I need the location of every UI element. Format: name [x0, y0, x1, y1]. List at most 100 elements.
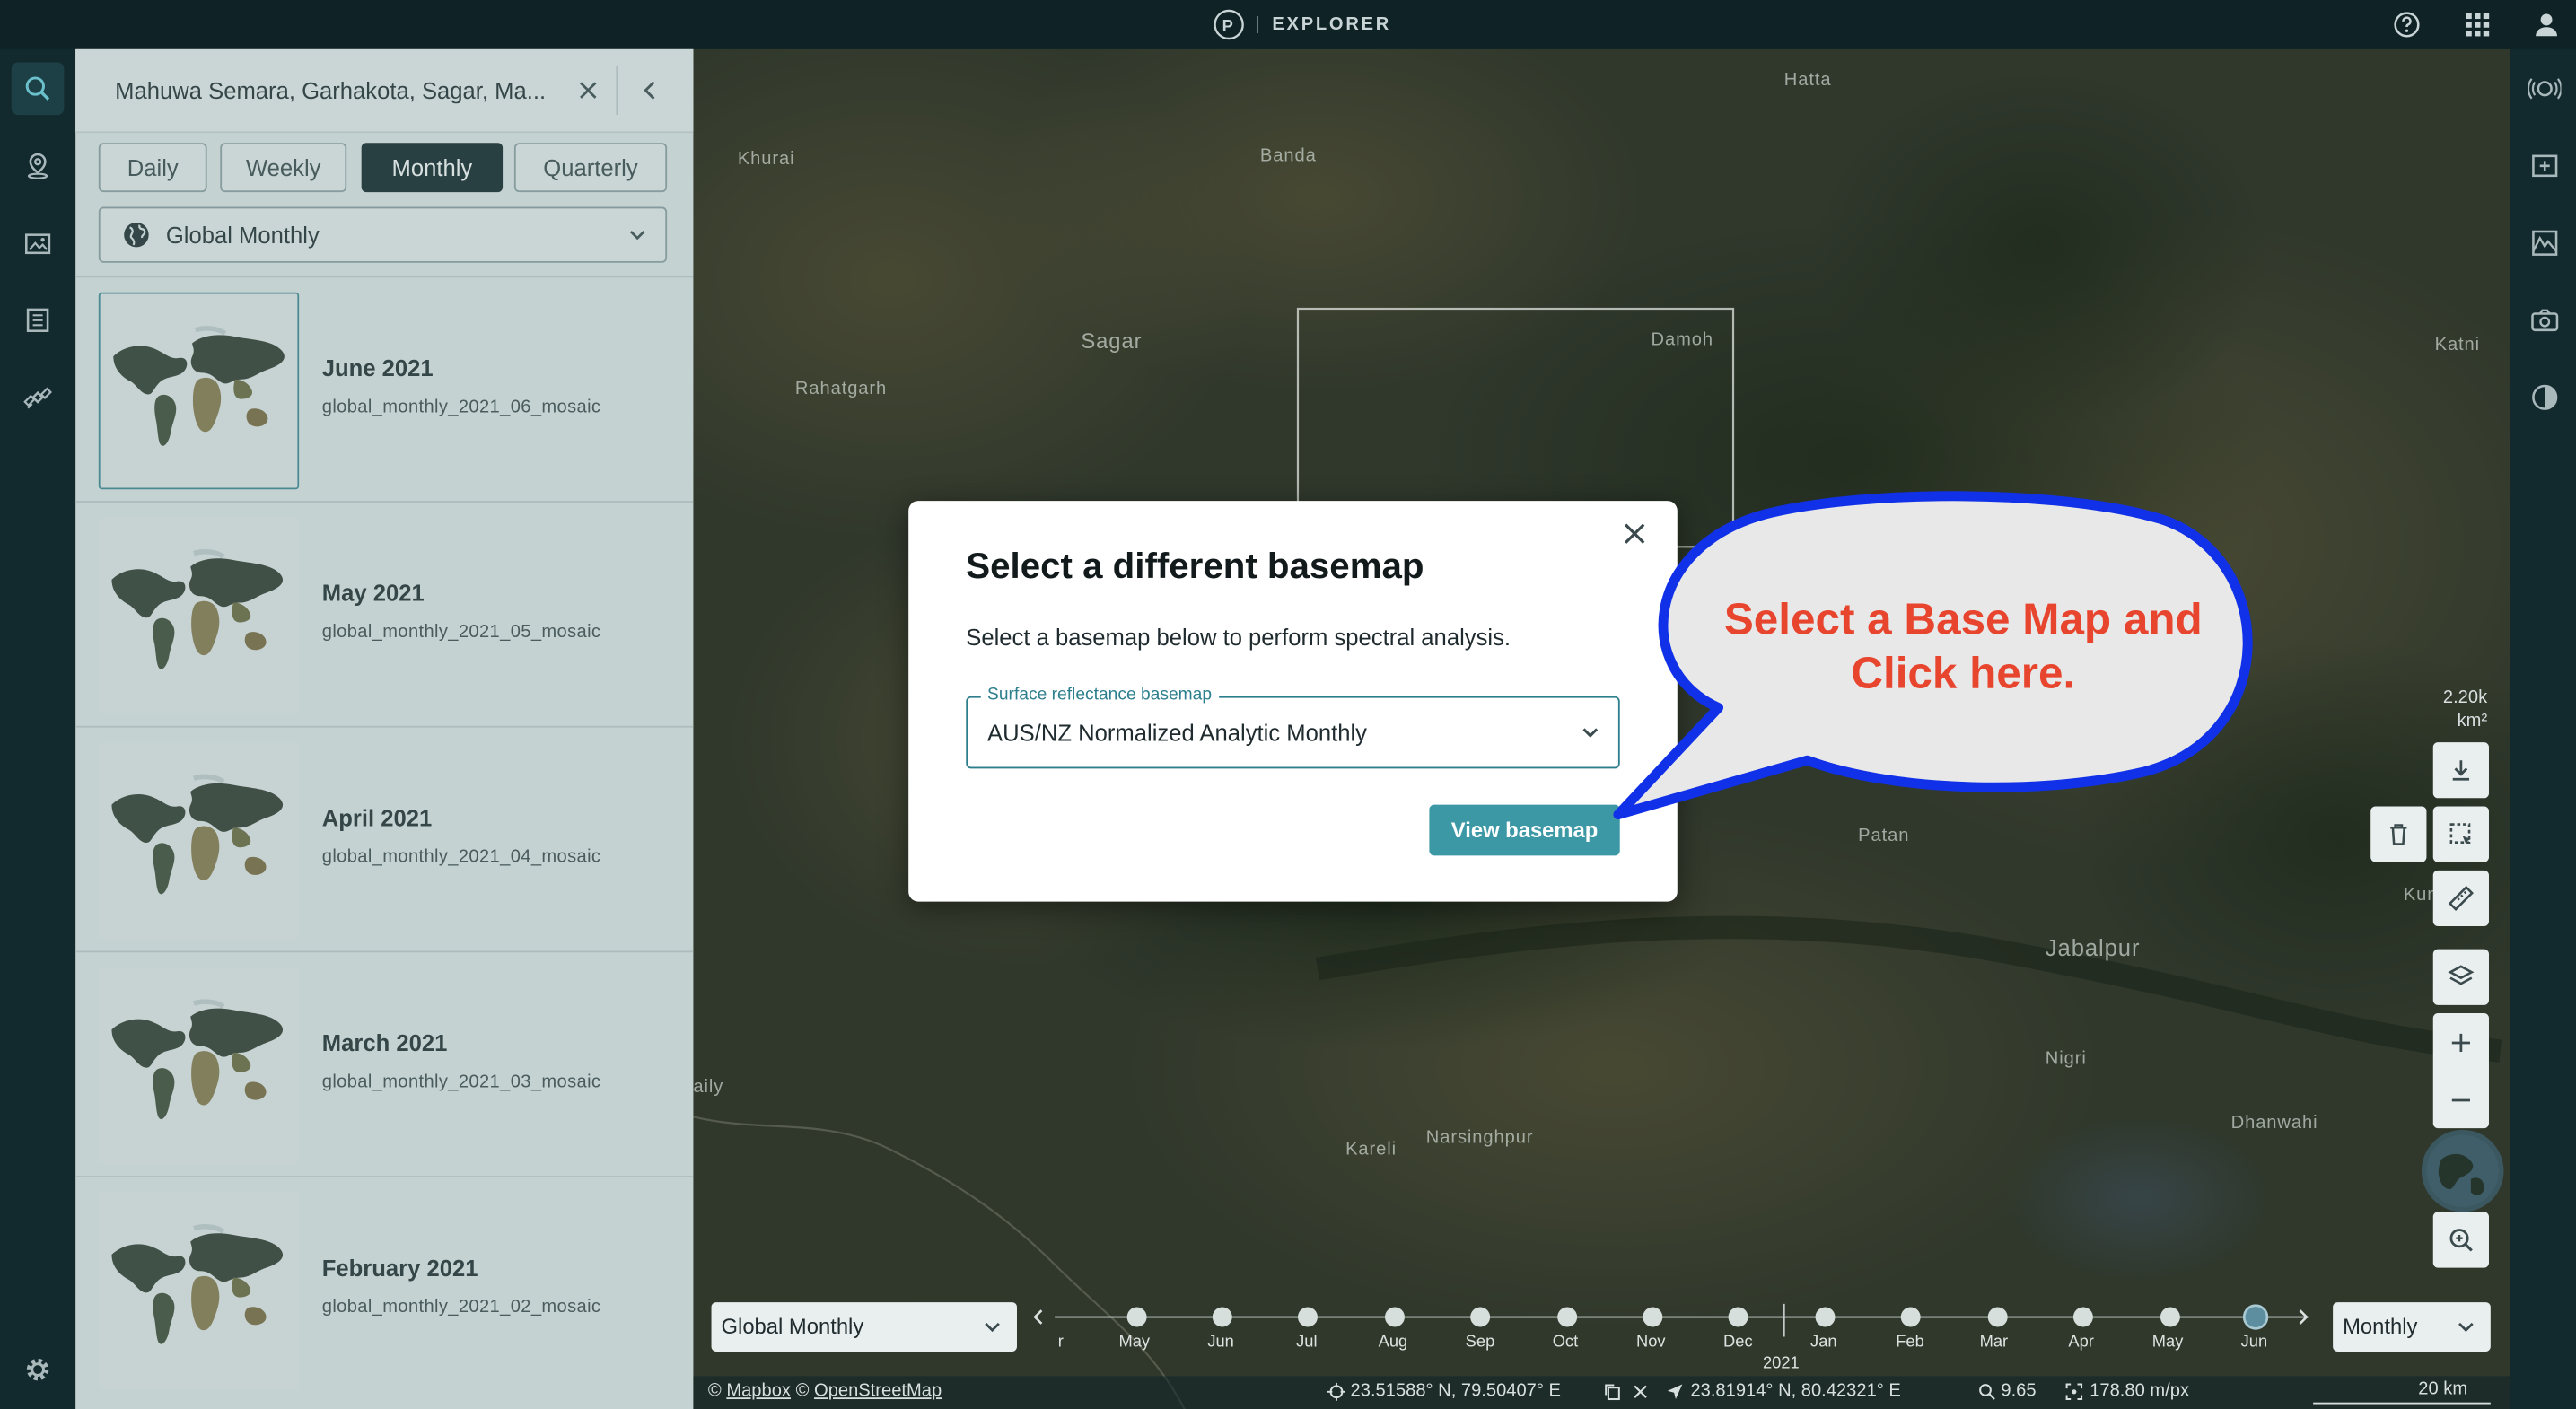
- close-icon[interactable]: [1632, 1383, 1650, 1401]
- zoom-level: 9.65: [2001, 1380, 2037, 1401]
- list-item-may-2021[interactable]: May 2021 global_monthly_2021_05_mosaic: [75, 501, 694, 726]
- map-info-bar: © Mapbox © OpenStreetMap 23.51588° N, 79…: [693, 1376, 2510, 1409]
- item-subtitle: global_monthly_2021_03_mosaic: [321, 1072, 601, 1092]
- copyright-symbol: ©: [707, 1380, 722, 1401]
- download-icon[interactable]: [2432, 742, 2489, 799]
- mosaic-panel: Mahuwa Semara, Garhakota, Sagar, Ma... D…: [75, 48, 694, 1409]
- timeline-mosaic-select[interactable]: Global Monthly: [711, 1302, 1017, 1352]
- place-label: Narsinghpur: [1425, 1128, 1534, 1149]
- zoom-out-minus-icon[interactable]: [2448, 1086, 2474, 1112]
- collapse-panel-chevron-left-icon[interactable]: [637, 77, 663, 103]
- openstreetmap-link[interactable]: OpenStreetMap: [814, 1381, 942, 1401]
- basemap-select-value: AUS/NZ Normalized Analytic Monthly: [987, 719, 1368, 746]
- list-item-june-2021[interactable]: June 2021 global_monthly_2021_06_mosaic: [75, 276, 694, 501]
- list-item-april-2021[interactable]: April 2021 global_monthly_2021_04_mosaic: [75, 725, 694, 951]
- mosaic-type-select[interactable]: Global Monthly: [98, 206, 668, 263]
- place-label: Nigri: [2045, 1049, 2087, 1070]
- area-unit: km²: [2457, 711, 2488, 731]
- left-rail: [0, 48, 76, 1409]
- apps-grid-icon[interactable]: [2461, 8, 2494, 41]
- item-subtitle: global_monthly_2021_06_mosaic: [321, 397, 601, 417]
- satellite-icon[interactable]: [12, 372, 65, 424]
- callout-line-1: Select a Base Map and: [1723, 594, 2203, 644]
- item-title: March 2021: [321, 1029, 448, 1056]
- settings-gear-icon[interactable]: [12, 1343, 65, 1396]
- place-label: Katni: [2434, 335, 2481, 355]
- resolution-readout: 178.80 m/px: [2090, 1380, 2190, 1401]
- resolution-icon: [2065, 1383, 2083, 1401]
- copy-icon[interactable]: [1603, 1383, 1621, 1401]
- timeline-mosaic-value: Global Monthly: [721, 1313, 864, 1339]
- dialog-description: Select a basemap below to perform spectr…: [966, 624, 1511, 651]
- tab-weekly[interactable]: Weekly: [220, 143, 347, 193]
- header-divider: [616, 66, 618, 116]
- timeline-interval-select[interactable]: Monthly: [2333, 1302, 2491, 1352]
- chevron-down-icon: [2455, 1316, 2478, 1339]
- help-icon[interactable]: [2390, 8, 2423, 41]
- notes-list-icon[interactable]: [12, 294, 65, 347]
- contrast-toggle-icon[interactable]: [2528, 381, 2562, 415]
- measure-ruler-icon[interactable]: [2432, 870, 2489, 927]
- camera-snapshot-icon[interactable]: [2528, 304, 2562, 337]
- chevron-down-icon: [1579, 721, 1602, 744]
- layers-icon[interactable]: [2432, 949, 2489, 1005]
- view-basemap-button[interactable]: View basemap: [1429, 804, 1620, 856]
- zoom-in-plus-icon[interactable]: [2448, 1028, 2474, 1055]
- map-gallery-icon[interactable]: [12, 217, 65, 270]
- terrain-chart-icon[interactable]: [2528, 227, 2562, 260]
- basemap-select[interactable]: AUS/NZ Normalized Analytic Monthly: [966, 696, 1620, 769]
- timeline-month-label: r: [1057, 1333, 1064, 1352]
- globe-view-toggle-icon[interactable]: [2421, 1129, 2504, 1212]
- place-label: Damoh: [1651, 329, 1714, 350]
- globe-icon: [121, 220, 151, 249]
- item-title: June 2021: [321, 354, 434, 381]
- clear-location-close-icon[interactable]: [575, 77, 601, 103]
- user-account-icon[interactable]: [2530, 8, 2563, 41]
- center-coordinates: 23.81914° N, 80.42321° E: [1690, 1380, 1901, 1401]
- place-label: Sagar: [1081, 328, 1143, 354]
- tab-monthly[interactable]: Monthly: [361, 143, 504, 193]
- zoom-to-area-icon[interactable]: [2432, 1212, 2489, 1268]
- timeline-month-label: Aug: [1378, 1333, 1408, 1352]
- timeline-month-label: May: [1118, 1333, 1151, 1352]
- item-subtitle: global_monthly_2021_04_mosaic: [321, 847, 601, 868]
- timeline-next-chevron-icon[interactable]: [2293, 1308, 2313, 1327]
- timeline-month-label: Jan: [1810, 1333, 1837, 1352]
- search-icon[interactable]: [11, 62, 65, 116]
- timeline-prev-chevron-icon[interactable]: [1029, 1308, 1048, 1327]
- delete-trash-icon[interactable]: [2370, 806, 2427, 862]
- tab-quarterly[interactable]: Quarterly: [513, 143, 668, 193]
- top-bar: P | EXPLORER: [0, 0, 2576, 49]
- timeline-month-label: Apr: [2068, 1333, 2094, 1352]
- panel-header: Mahuwa Semara, Garhakota, Sagar, Ma...: [75, 48, 694, 134]
- mosaic-thumbnail: [98, 742, 300, 940]
- tab-daily[interactable]: Daily: [98, 143, 207, 193]
- location-pin-icon[interactable]: [12, 140, 65, 193]
- area-value: 2.20k: [2442, 687, 2488, 708]
- mosaic-type-value: Global Monthly: [165, 222, 320, 249]
- place-label: Hatta: [1783, 70, 1832, 91]
- timeline-track[interactable]: [1051, 1300, 2316, 1337]
- timeline-month-label: Sep: [1465, 1333, 1495, 1352]
- list-item-march-2021[interactable]: March 2021 global_monthly_2021_03_mosaic: [75, 950, 694, 1176]
- mosaic-thumbnail: [98, 967, 300, 1165]
- item-title: February 2021: [321, 1254, 478, 1282]
- place-label: aily: [693, 1077, 724, 1098]
- item-subtitle: global_monthly_2021_05_mosaic: [321, 622, 601, 643]
- select-area-icon[interactable]: [2432, 806, 2489, 862]
- app-logo[interactable]: P | EXPLORER: [1213, 6, 1391, 42]
- mapbox-link[interactable]: Mapbox: [726, 1381, 791, 1401]
- place-label: Kareli: [1345, 1139, 1398, 1160]
- callout-line-2: Click here.: [1851, 648, 2076, 698]
- spectral-analysis-icon[interactable]: [2528, 73, 2562, 106]
- timeline-month-label: Dec: [1723, 1333, 1753, 1352]
- attribution: © Mapbox © OpenStreetMap: [708, 1381, 942, 1401]
- timeline-interval-value: Monthly: [2343, 1313, 2418, 1339]
- list-item-february-2021[interactable]: February 2021 global_monthly_2021_02_mos…: [75, 1176, 694, 1401]
- mosaic-thumbnail: [98, 517, 300, 714]
- mosaic-thumbnail: [98, 292, 300, 490]
- logo-separator: |: [1255, 14, 1263, 35]
- navigation-arrow-icon: [1666, 1383, 1684, 1401]
- add-image-icon[interactable]: [2528, 150, 2562, 183]
- timeline-month-label: May: [2151, 1333, 2184, 1352]
